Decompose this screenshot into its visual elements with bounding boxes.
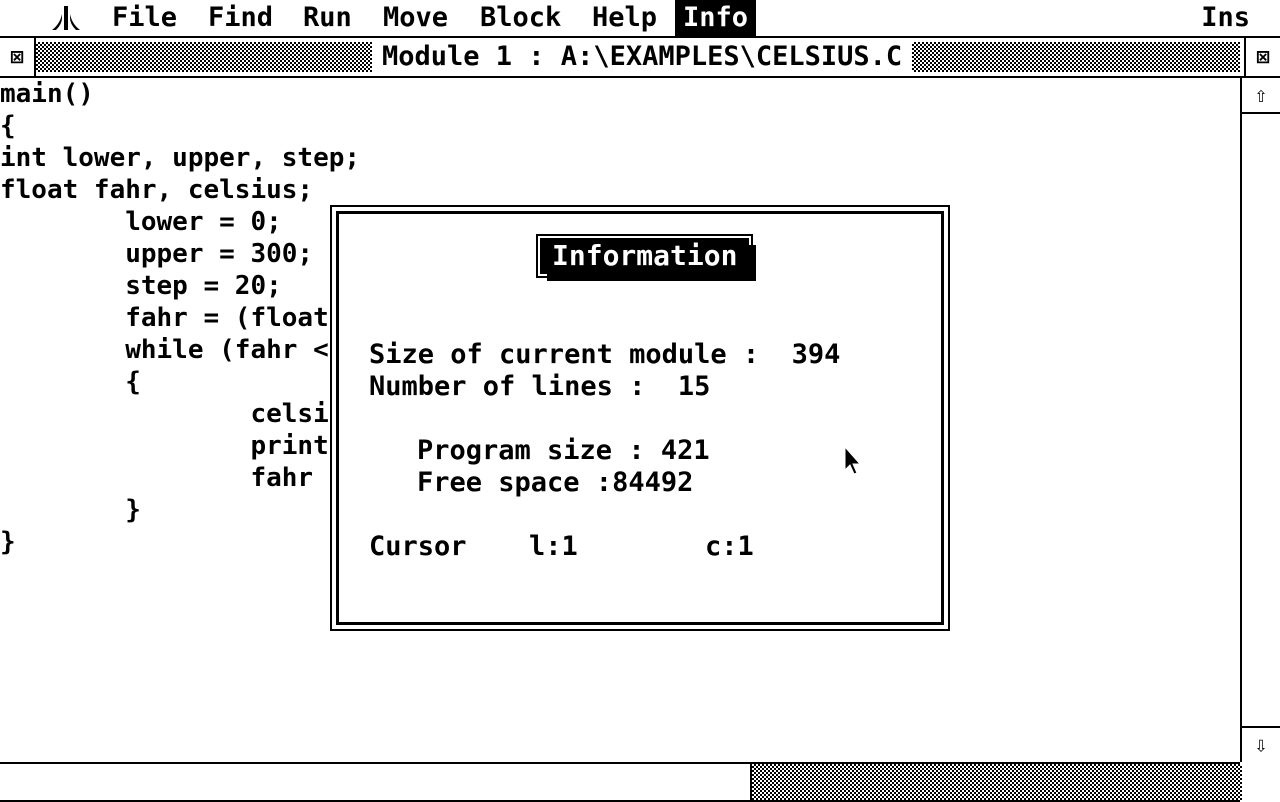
code-line: { (0, 367, 141, 397)
scroll-up-arrow-icon[interactable]: ⇧ (1242, 78, 1280, 114)
close-box-icon[interactable]: ⊠ (0, 38, 36, 76)
code-line: { (0, 111, 16, 141)
code-line: print (0, 431, 329, 461)
scroll-down-arrow-icon[interactable]: ⇩ (1242, 726, 1280, 762)
code-line: step = 20; (0, 271, 282, 301)
information-dialog: Information Size of current module : 394… (330, 205, 950, 631)
cursor-column-value: c:1 (705, 531, 754, 562)
code-line: fahr (0, 463, 329, 493)
menu-info[interactable]: Info (675, 0, 757, 36)
full-box-icon[interactable]: ⊠ (1244, 38, 1280, 76)
insert-mode-indicator: Ins (1201, 2, 1250, 33)
code-line: main() (0, 79, 94, 109)
program-size-text: Program size : 421 (417, 435, 710, 466)
free-space-text: Free space :84492 (417, 467, 694, 498)
menu-find[interactable]: Find (208, 0, 273, 36)
window-title: Module 1 : A:\EXAMPLES\CELSIUS.C (372, 42, 913, 72)
module-size-text: Size of current module : 394 (369, 339, 841, 370)
horizontal-scroll-track[interactable] (750, 764, 1242, 800)
menu-help[interactable]: Help (592, 0, 657, 36)
menu-run[interactable]: Run (303, 0, 352, 36)
code-line: while (fahr < (0, 335, 329, 365)
menu-file[interactable]: File (112, 0, 177, 36)
code-line: } (0, 527, 16, 557)
code-line: int lower, upper, step; (0, 143, 361, 173)
code-line: float fahr, celsius; (0, 175, 314, 205)
menu-bar: File Find Run Move Block Help Info Ins (0, 0, 1280, 38)
window-title-bar[interactable]: ⊠ Module 1 : A:\EXAMPLES\CELSIUS.C ⊠ (0, 38, 1280, 78)
code-line: celsi (0, 399, 329, 429)
horizontal-scrollbar[interactable] (0, 762, 1242, 802)
code-line: upper = 300; (0, 239, 314, 269)
vertical-scrollbar[interactable]: ⇧ ⇩ (1240, 78, 1280, 762)
code-line: } (0, 495, 141, 525)
code-line: fahr = (float (0, 303, 329, 333)
menu-block[interactable]: Block (480, 0, 561, 36)
menu-move[interactable]: Move (383, 0, 448, 36)
code-line: lower = 0; (0, 207, 282, 237)
cursor-label: Cursor (369, 531, 467, 562)
cursor-line-value: l:1 (529, 531, 578, 562)
atari-logo-icon[interactable] (50, 4, 82, 32)
line-count-text: Number of lines : 15 (369, 371, 711, 402)
mouse-pointer-icon (844, 446, 862, 475)
dialog-title: Information (535, 234, 754, 278)
